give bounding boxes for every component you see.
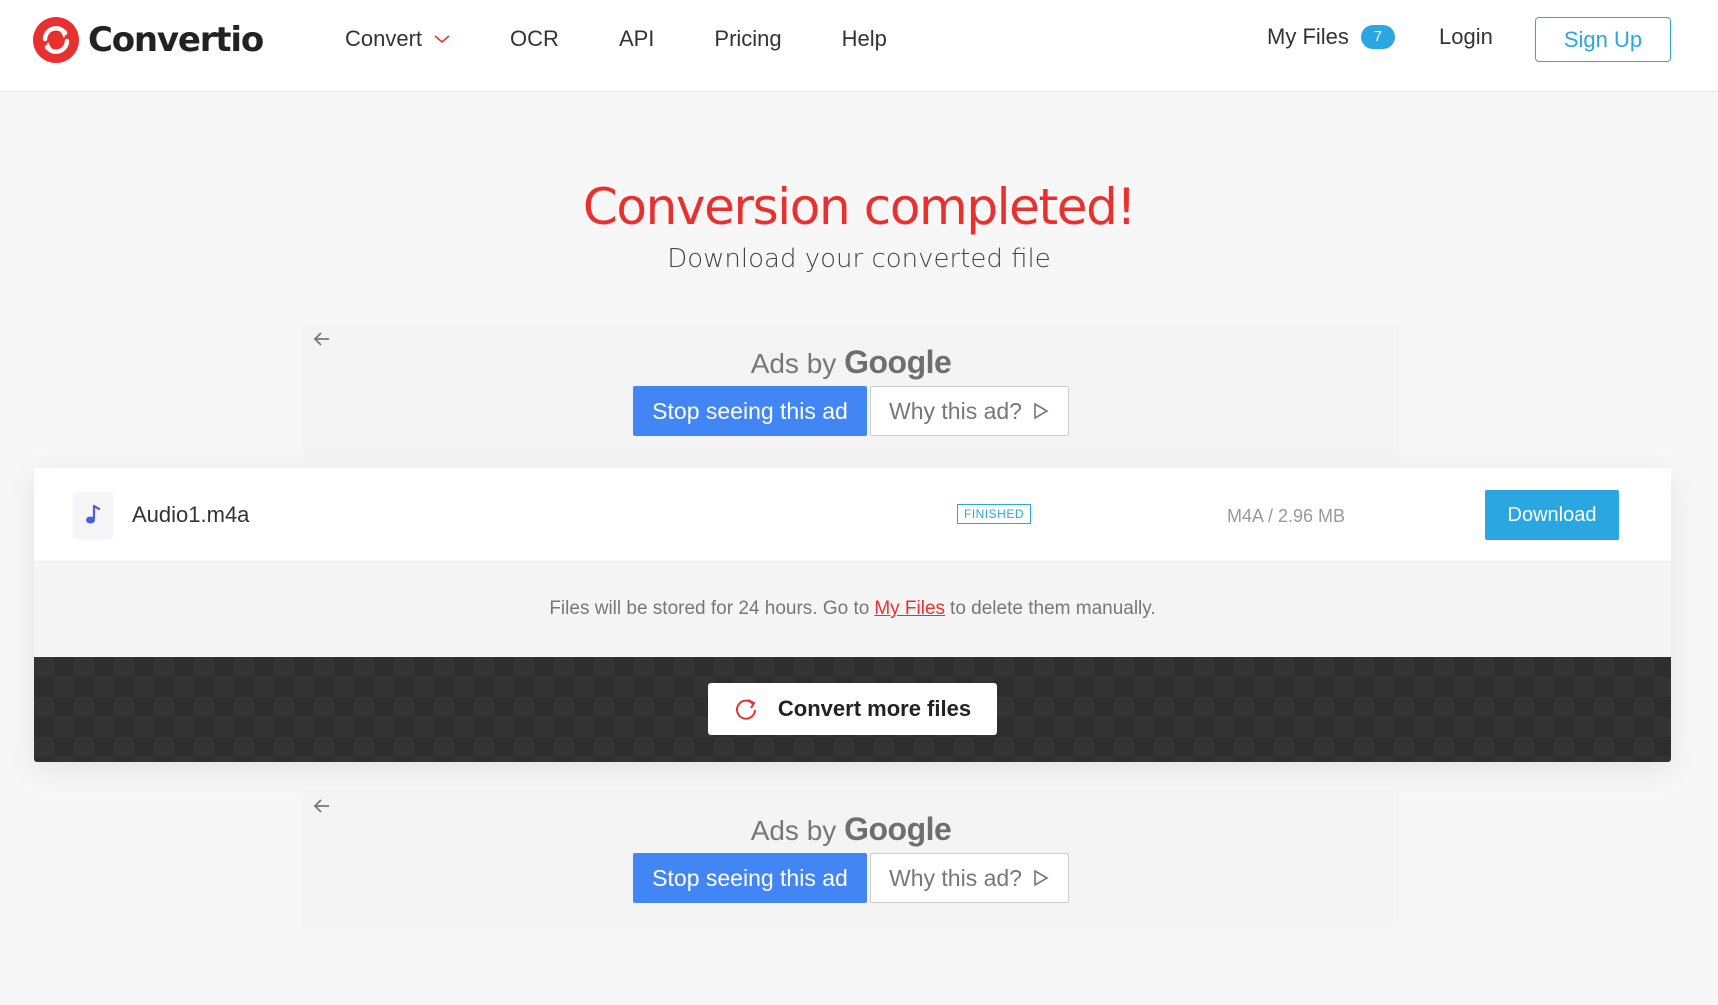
stop-seeing-ad-button[interactable]: Stop seeing this ad xyxy=(633,386,867,436)
nav-convert-label: Convert xyxy=(345,26,423,51)
ads-by-google: Ads by Google xyxy=(303,811,1399,848)
header: Convertio Convert OCR API Pricing Help M… xyxy=(0,0,1718,92)
nav-convert[interactable]: Convert xyxy=(345,26,450,52)
nav-api[interactable]: API xyxy=(619,26,654,52)
my-files-link[interactable]: My Files 7 xyxy=(1267,24,1395,50)
file-row: Audio1.m4a FINISHED M4A / 2.96 MB Downlo… xyxy=(34,468,1671,562)
convert-more-band: Convert more files xyxy=(34,657,1671,762)
file-name: Audio1.m4a xyxy=(132,502,250,527)
chevron-down-icon xyxy=(434,35,450,44)
ad-block-top: Ads by Google Stop seeing this ad Why th… xyxy=(303,324,1399,460)
audio-file-icon xyxy=(73,492,113,538)
ads-by-google: Ads by Google xyxy=(303,344,1399,381)
ads-by-label: Ads by xyxy=(750,348,837,379)
notice-text-after: to delete them manually. xyxy=(950,598,1156,619)
nav-pricing[interactable]: Pricing xyxy=(714,26,781,52)
convertio-logo-icon xyxy=(33,17,79,63)
google-label: Google xyxy=(844,811,952,847)
nav-help[interactable]: Help xyxy=(842,26,887,52)
ad-buttons: Stop seeing this ad Why this ad? xyxy=(633,853,1069,903)
nav-help-label: Help xyxy=(841,26,887,51)
ad-block-bottom: Ads by Google Stop seeing this ad Why th… xyxy=(303,791,1399,927)
signup-button[interactable]: Sign Up xyxy=(1535,17,1671,62)
ad-buttons: Stop seeing this ad Why this ad? xyxy=(633,386,1069,436)
adchoices-play-icon xyxy=(1034,869,1049,887)
why-this-ad-button[interactable]: Why this ad? xyxy=(870,386,1069,436)
ads-by-label: Ads by xyxy=(750,815,837,846)
convert-more-label: Convert more files xyxy=(777,696,972,721)
my-files-count-badge: 7 xyxy=(1360,25,1395,49)
page-title: Conversion completed! xyxy=(582,178,1137,236)
login-link[interactable]: Login xyxy=(1439,24,1493,50)
brand-name: Convertio xyxy=(88,20,264,60)
nav-ocr[interactable]: OCR xyxy=(510,26,559,52)
why-this-ad-label: Why this ad? xyxy=(889,397,1022,424)
google-label: Google xyxy=(844,344,952,380)
why-this-ad-label: Why this ad? xyxy=(889,864,1022,891)
convert-more-files-button[interactable]: Convert more files xyxy=(708,683,997,735)
conversion-card: Audio1.m4a FINISHED M4A / 2.96 MB Downlo… xyxy=(34,468,1671,762)
page-subtitle: Download your converted file xyxy=(667,244,1051,274)
convertio-logo[interactable]: Convertio xyxy=(33,16,264,64)
my-files-label: My Files xyxy=(1267,24,1349,49)
music-note-icon xyxy=(86,504,101,524)
main-nav: Convert OCR API Pricing Help xyxy=(345,0,947,78)
nav-ocr-label: OCR xyxy=(510,26,559,51)
why-this-ad-button[interactable]: Why this ad? xyxy=(870,853,1069,903)
download-button[interactable]: Download xyxy=(1485,490,1619,540)
storage-notice: Files will be stored for 24 hours. Go to… xyxy=(34,562,1671,656)
nav-pricing-label: Pricing xyxy=(714,26,782,51)
refresh-icon xyxy=(735,699,756,720)
file-format-size: M4A / 2.96 MB xyxy=(1227,506,1346,526)
notice-text-before: Files will be stored for 24 hours. Go to xyxy=(549,598,870,619)
stop-seeing-ad-button[interactable]: Stop seeing this ad xyxy=(633,853,867,903)
nav-api-label: API xyxy=(618,26,655,51)
my-files-inline-link[interactable]: My Files xyxy=(874,598,945,620)
status-badge: FINISHED xyxy=(957,504,1032,524)
adchoices-play-icon xyxy=(1034,402,1049,420)
